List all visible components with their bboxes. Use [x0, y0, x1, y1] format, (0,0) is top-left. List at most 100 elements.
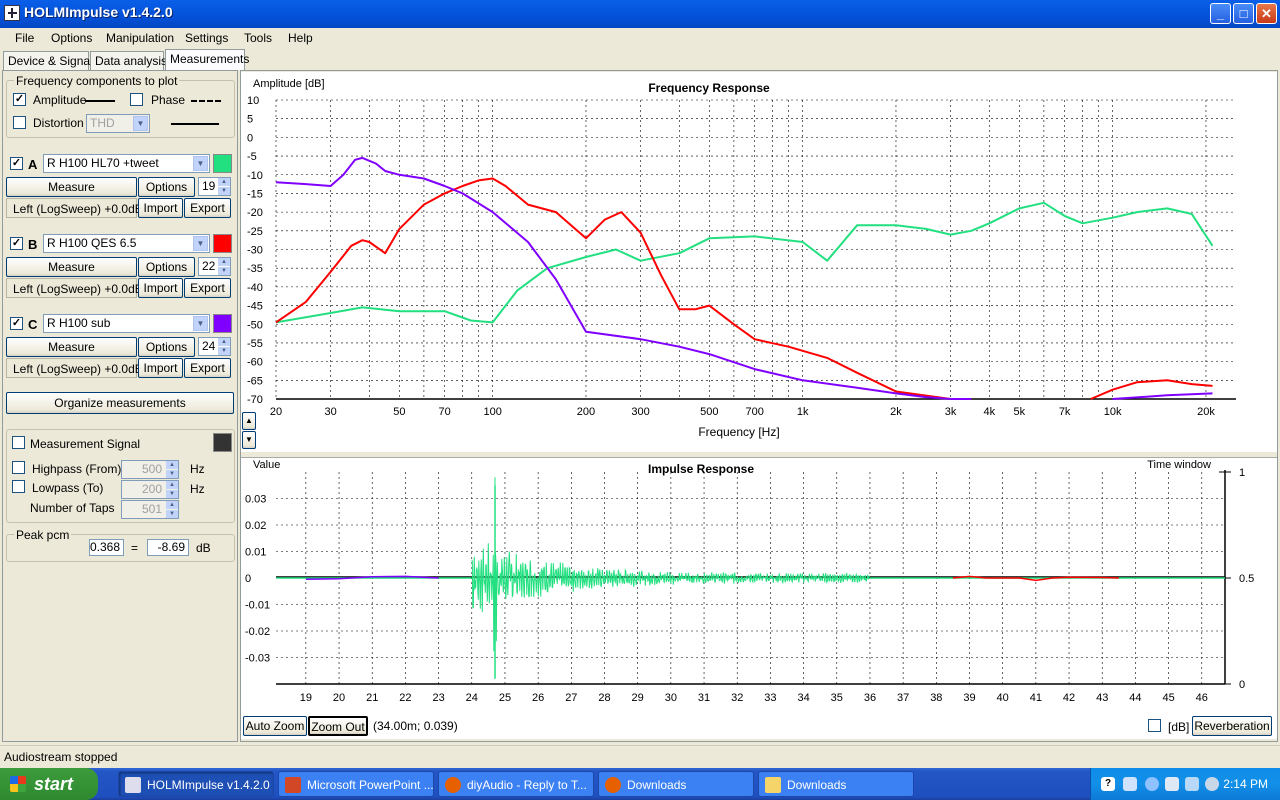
measurement-b-import-button[interactable]: Import [138, 278, 183, 298]
taskbar-item-downloads-firefox[interactable]: Downloads [598, 771, 754, 797]
distortion-select[interactable]: THD ▼ [86, 114, 150, 133]
monitor-icon[interactable] [1165, 777, 1179, 791]
phase-line-style [191, 100, 221, 102]
measurement-a-count[interactable]: 19 ▲ ▼ [198, 177, 231, 196]
spin-down-icon[interactable]: ▼ [166, 510, 178, 518]
volume-icon[interactable] [1205, 777, 1219, 791]
highpass-hz-label: Hz [190, 462, 205, 476]
peak-db-label: dB [196, 541, 211, 555]
measurement-c-measure-button[interactable]: Measure [6, 337, 137, 357]
measurement-b-checkbox[interactable]: ✓ [10, 237, 23, 250]
measurement-signal-color[interactable] [213, 433, 232, 452]
amplitude-checkbox[interactable]: ✓ [13, 93, 26, 106]
menu-tools[interactable]: Tools [244, 31, 272, 45]
measurement-b-export-button[interactable]: Export [184, 278, 231, 298]
scroll-down-button[interactable]: ▼ [242, 431, 256, 449]
taskbar-item-holmimpulse[interactable]: HOLMImpulse v1.4.2.0 [118, 771, 274, 797]
measurement-a-checkbox[interactable]: ✓ [10, 157, 23, 170]
spin-down-icon[interactable]: ▼ [218, 267, 230, 275]
measurement-a-export-button[interactable]: Export [184, 198, 231, 218]
app-icon [4, 5, 20, 21]
highpass-label: Highpass (From) [32, 462, 122, 476]
measurement-a-select[interactable]: R H100 HL70 +tweet ▼ [43, 154, 210, 173]
measurement-c-export-button[interactable]: Export [184, 358, 231, 378]
measurement-c-checkbox[interactable]: ✓ [10, 317, 23, 330]
minimize-button[interactable]: _ [1210, 3, 1231, 24]
measurement-c-color[interactable] [213, 314, 232, 333]
impulse-response-area[interactable]: 19 20 21 22 23 24 25 26 27 28 29 30 31 32 33 34 35 36 37 38… [241, 457, 1277, 739]
spin-down-icon[interactable]: ▼ [218, 347, 230, 355]
spin-up-icon[interactable]: ▲ [218, 258, 230, 266]
tab-device-signal[interactable]: Device & Signal [3, 51, 93, 70]
menu-options[interactable]: Options [51, 31, 92, 45]
menu-manipulation[interactable]: Manipulation [106, 31, 174, 45]
measurement-c-name: R H100 sub [47, 316, 111, 330]
distortion-label: Distortion [33, 116, 84, 130]
y-tick-label: -15 [247, 188, 263, 200]
lowpass-checkbox[interactable] [12, 480, 25, 493]
organize-measurements-button[interactable]: Organize measurements [6, 392, 234, 414]
measurement-a-measure-button[interactable]: Measure [6, 177, 137, 197]
close-button[interactable]: ✕ [1256, 3, 1277, 24]
tab-data-analysis[interactable]: Data analysis [90, 51, 167, 70]
measurement-c-letter: C [28, 317, 38, 332]
taskbar-item-diyaudio[interactable]: diyAudio - Reply to T... [438, 771, 594, 797]
x-tick-label: 21 [366, 692, 378, 704]
tab-measurements[interactable]: Measurements [165, 49, 249, 70]
measurement-signal-checkbox[interactable] [12, 436, 25, 449]
spin-up-icon[interactable]: ▲ [218, 178, 230, 186]
auto-zoom-button[interactable]: Auto Zoom [243, 716, 307, 736]
highpass-input[interactable]: 500 ▲ ▼ [121, 460, 179, 479]
menu-settings[interactable]: Settings [185, 31, 228, 45]
measurement-c-select[interactable]: R H100 sub ▼ [43, 314, 210, 333]
spin-up-icon[interactable]: ▲ [166, 461, 178, 469]
network-icon[interactable] [1123, 777, 1137, 791]
start-button[interactable]: start [0, 768, 98, 800]
menu-bar: File Options Manipulation Settings Tools… [0, 28, 1280, 48]
back-icon[interactable] [1145, 777, 1159, 791]
phase-checkbox[interactable] [130, 93, 143, 106]
db-checkbox[interactable] [1148, 719, 1161, 732]
measurement-b-measure-button[interactable]: Measure [6, 257, 137, 277]
connection-icon[interactable] [1185, 777, 1199, 791]
lowpass-input[interactable]: 200 ▲ ▼ [121, 480, 179, 499]
spin-up-icon[interactable]: ▲ [166, 481, 178, 489]
chevron-down-icon: ▼ [193, 236, 208, 251]
holmimpulse-icon [125, 777, 141, 793]
highpass-checkbox[interactable] [12, 461, 25, 474]
measurement-a-color[interactable] [213, 154, 232, 173]
spin-up-icon[interactable]: ▲ [166, 501, 178, 509]
frequency-response-chart[interactable]: 1050-5-10-15-20-25-30-35-40-45-50-55-60-… [241, 72, 1277, 452]
frequency-response-area[interactable]: 10 5 0 -5 -10 -15 -20 -25 -30 -35 -40 -45 -50 -55 -60-… [241, 72, 1277, 452]
maximize-button[interactable]: □ [1233, 3, 1254, 24]
spin-down-icon[interactable]: ▼ [166, 490, 178, 498]
measurement-b-count[interactable]: 22 ▲ ▼ [198, 257, 231, 276]
scroll-up-button[interactable]: ▲ [242, 412, 256, 430]
menu-file[interactable]: File [15, 31, 34, 45]
spin-up-icon[interactable]: ▲ [218, 338, 230, 346]
x-tick-label: 26 [532, 692, 544, 704]
spin-down-icon[interactable]: ▼ [166, 470, 178, 478]
taps-input[interactable]: 501 ▲ ▼ [121, 500, 179, 519]
measurement-b-color[interactable] [213, 234, 232, 253]
help-icon[interactable]: ? [1101, 777, 1115, 791]
x-tick-label: 25 [499, 692, 511, 704]
measurement-c-options-button[interactable]: Options [138, 337, 195, 357]
taskbar-item-downloads-folder[interactable]: Downloads [758, 771, 914, 797]
measurement-a-options-button[interactable]: Options [138, 177, 195, 197]
distortion-checkbox[interactable] [13, 116, 26, 129]
x-tick-label: 30 [665, 692, 677, 704]
spin-down-icon[interactable]: ▼ [218, 187, 230, 195]
taskbar-item-powerpoint[interactable]: Microsoft PowerPoint ... [278, 771, 434, 797]
measurement-b-options-button[interactable]: Options [138, 257, 195, 277]
zoom-out-button[interactable]: Zoom Out [308, 716, 368, 736]
measurement-b-count-value: 22 [202, 259, 216, 273]
measurement-a-import-button[interactable]: Import [138, 198, 183, 218]
impulse-response-chart[interactable]: 19 20 21 22 23 24 25 26 27 28 29 30 31 32 33 34 35 36 37 38… [241, 458, 1277, 724]
reverberation-button[interactable]: Reverberation [1192, 716, 1272, 736]
measurement-c-import-button[interactable]: Import [138, 358, 183, 378]
measurement-b-select[interactable]: R H100 QES 6.5 ▼ [43, 234, 210, 253]
measurement-c-count[interactable]: 24 ▲ ▼ [198, 337, 231, 356]
menu-help[interactable]: Help [288, 31, 313, 45]
x-tick-label: 24 [466, 692, 478, 704]
